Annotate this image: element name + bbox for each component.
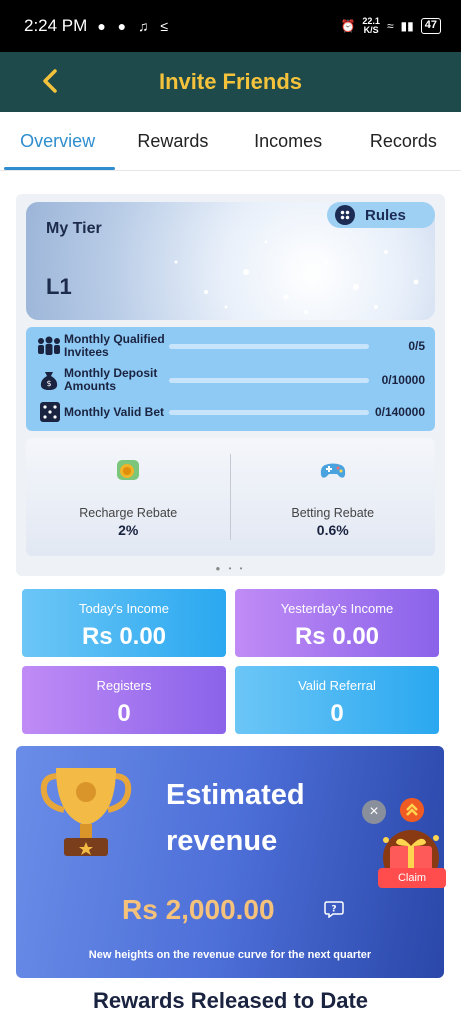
requirement-value: 0/5 [408, 339, 425, 353]
stat-label: Yesterday's Income [280, 601, 394, 616]
back-arrow-icon[interactable] [38, 66, 64, 96]
help-bubble-icon[interactable]: ? [324, 900, 344, 918]
tier-banner: My Tier L1 Rules [26, 202, 435, 320]
speed-unit: K/S [363, 25, 379, 35]
stat-value: 0 [117, 700, 131, 727]
requirement-value: 0/140000 [374, 405, 425, 419]
revenue-title: Estimated revenue [166, 779, 305, 857]
revenue-note: New heights on the revenue curve for the… [88, 949, 372, 961]
requirement-value: 0/10000 [381, 373, 425, 387]
registers-card[interactable]: Registers 0 [22, 666, 226, 734]
signal-icon: ▮▮ [400, 19, 414, 33]
rebate-value: 0.6% [316, 522, 349, 538]
status-right: ⏰ 22.1 K/S ≈ ▮▮ 47 [340, 17, 441, 35]
rebate-label: Betting Rebate [291, 506, 375, 520]
dice-bet-icon [40, 402, 60, 422]
tier-card: My Tier L1 Rules Monthly Qualified Invit… [16, 194, 445, 576]
rules-button[interactable]: Rules [327, 202, 435, 228]
alarm-icon: ⏰ [340, 19, 356, 33]
close-icon[interactable]: × [362, 800, 386, 824]
svg-text:$: $ [46, 379, 51, 388]
tier-requirements: Monthly Qualified Invitees 0/5 $ Monthly… [26, 327, 435, 431]
rebate-value: 2% [118, 522, 139, 538]
tab-divider [0, 170, 461, 171]
carousel-dots: ● • • [215, 564, 246, 573]
yesterdays-income-card[interactable]: Yesterday's Income Rs 0.00 [235, 589, 439, 657]
requirement-progress-bar [169, 343, 369, 349]
stat-label: Today's Income [79, 601, 169, 616]
valid-referral-card[interactable]: Valid Referral 0 [235, 666, 439, 734]
claim-button[interactable]: Claim [378, 868, 446, 888]
status-bar: 2:24 PM ● ● ♫ ≤ ⏰ 22.1 K/S ≈ ▮▮ 47 [0, 0, 461, 52]
tab-records[interactable]: Records [346, 112, 461, 170]
trophy-icon [40, 768, 132, 856]
stat-value: 0 [330, 700, 344, 727]
requirement-row-invitees: Monthly Qualified Invitees 0/5 [26, 331, 435, 361]
requirement-progress-bar [169, 377, 369, 383]
app-bar: Invite Friends [0, 52, 461, 112]
requirement-label: Monthly Valid Bet [64, 404, 165, 419]
requirement-label: Monthly Deposit Amounts [64, 366, 158, 393]
money-bag-icon: $ [40, 372, 58, 390]
status-time: 2:24 PM [24, 16, 88, 35]
requirement-row-deposit: $ Monthly Deposit Amounts 0/10000 [26, 365, 435, 395]
stat-label: Valid Referral [298, 678, 376, 693]
notification-icons: ● ● ♫ ≤ [97, 18, 173, 34]
tab-bar: Overview Rewards Incomes Records [0, 112, 461, 170]
stat-label: Registers [96, 678, 152, 693]
requirement-label: Monthly Qualified Invitees [64, 332, 165, 359]
people-icon [38, 336, 60, 355]
betting-rebate: Betting Rebate 0.6% [231, 438, 436, 556]
tier-level: L1 [46, 274, 72, 299]
revenue-amount: Rs 2,000.00 [122, 894, 275, 925]
rules-label: Rules [365, 206, 406, 224]
gamepad-icon [320, 463, 345, 478]
rebate-panel: Recharge Rebate 2% Betting Rebate 0.6% [26, 438, 435, 556]
battery-indicator: 47 [420, 18, 441, 34]
svg-text:?: ? [331, 905, 336, 915]
tab-incomes[interactable]: Incomes [231, 112, 346, 170]
tab-rewards[interactable]: Rewards [115, 112, 230, 170]
recharge-rebate: Recharge Rebate 2% [26, 438, 231, 556]
stat-value: Rs 0.00 [81, 623, 167, 650]
requirement-row-bet: Monthly Valid Bet 0/140000 [26, 397, 435, 427]
stat-value: Rs 0.00 [294, 623, 380, 650]
wifi-icon: ≈ [386, 19, 394, 33]
page-title: Invite Friends [158, 69, 303, 94]
coin-stack-icon [117, 460, 140, 480]
requirement-progress-bar [169, 409, 369, 415]
section-title: Rewards Released to Date [92, 988, 369, 1013]
tier-title: My Tier [46, 220, 102, 237]
dice-icon [335, 205, 355, 225]
tab-overview[interactable]: Overview [0, 112, 116, 170]
chevron-up-icon[interactable] [400, 798, 424, 822]
rebate-label: Recharge Rebate [79, 506, 178, 520]
todays-income-card[interactable]: Today's Income Rs 0.00 [22, 589, 226, 657]
network-speed: 22.1 K/S [362, 17, 380, 35]
